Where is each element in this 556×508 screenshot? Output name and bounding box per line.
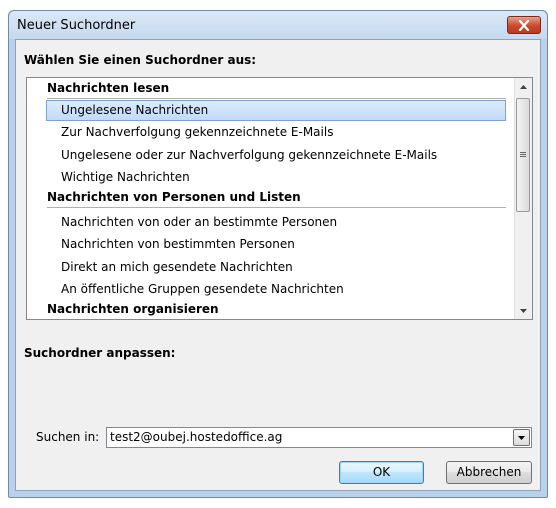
window-title: Neuer Suchordner: [17, 18, 136, 33]
search-in-label: Suchen in:: [36, 430, 100, 444]
ok-button[interactable]: OK: [339, 461, 424, 484]
scroll-thumb[interactable]: [516, 98, 530, 212]
search-folder-list[interactable]: Nachrichten lesen Ungelesene Nachrichten…: [26, 77, 533, 320]
list-item-unread-or-flagged[interactable]: Ungelesene oder zur Nachverfolgung geken…: [46, 145, 506, 166]
grip-line: [520, 156, 526, 157]
list-item-from-or-to-people[interactable]: Nachrichten von oder an bestimmte Person…: [46, 212, 506, 233]
scroll-up-button[interactable]: [515, 78, 532, 95]
group-header-read: Nachrichten lesen: [47, 79, 506, 99]
list-item-unread[interactable]: Ungelesene Nachrichten: [46, 100, 506, 121]
search-in-value: test2@oubej.hostedoffice.ag: [110, 430, 283, 444]
close-icon: [518, 19, 530, 31]
customize-folder-heading: Suchordner anpassen:: [24, 346, 176, 360]
list-item-flagged[interactable]: Zur Nachverfolgung gekennzeichnete E-Mai…: [46, 122, 506, 143]
grip-line: [520, 152, 526, 153]
scroll-down-arrow-icon: [520, 308, 527, 313]
list-scrollbar[interactable]: [514, 78, 532, 319]
list-item-public-groups[interactable]: An öffentliche Gruppen gesendete Nachric…: [46, 279, 506, 300]
group-header-people: Nachrichten von Personen und Listen: [47, 188, 506, 208]
select-folder-heading: Wählen Sie einen Suchordner aus:: [24, 53, 257, 67]
scroll-down-button[interactable]: [515, 302, 532, 319]
cancel-button[interactable]: Abbrechen: [446, 461, 532, 484]
search-in-dropdown[interactable]: test2@oubej.hostedoffice.ag: [106, 427, 532, 448]
chevron-down-icon: [518, 435, 525, 440]
close-button[interactable]: [507, 16, 541, 34]
title-bar[interactable]: Neuer Suchordner: [9, 11, 547, 39]
group-header-organize: Nachrichten organisieren: [47, 300, 506, 319]
list-item-from-people[interactable]: Nachrichten von bestimmten Personen: [46, 234, 506, 255]
dropdown-button[interactable]: [513, 429, 530, 446]
list-content: Nachrichten lesen Ungelesene Nachrichten…: [27, 78, 514, 319]
list-item-important[interactable]: Wichtige Nachrichten: [46, 167, 506, 188]
scroll-up-arrow-icon: [520, 84, 527, 89]
grip-line: [520, 154, 526, 155]
list-item-sent-to-me[interactable]: Direkt an mich gesendete Nachrichten: [46, 257, 506, 278]
